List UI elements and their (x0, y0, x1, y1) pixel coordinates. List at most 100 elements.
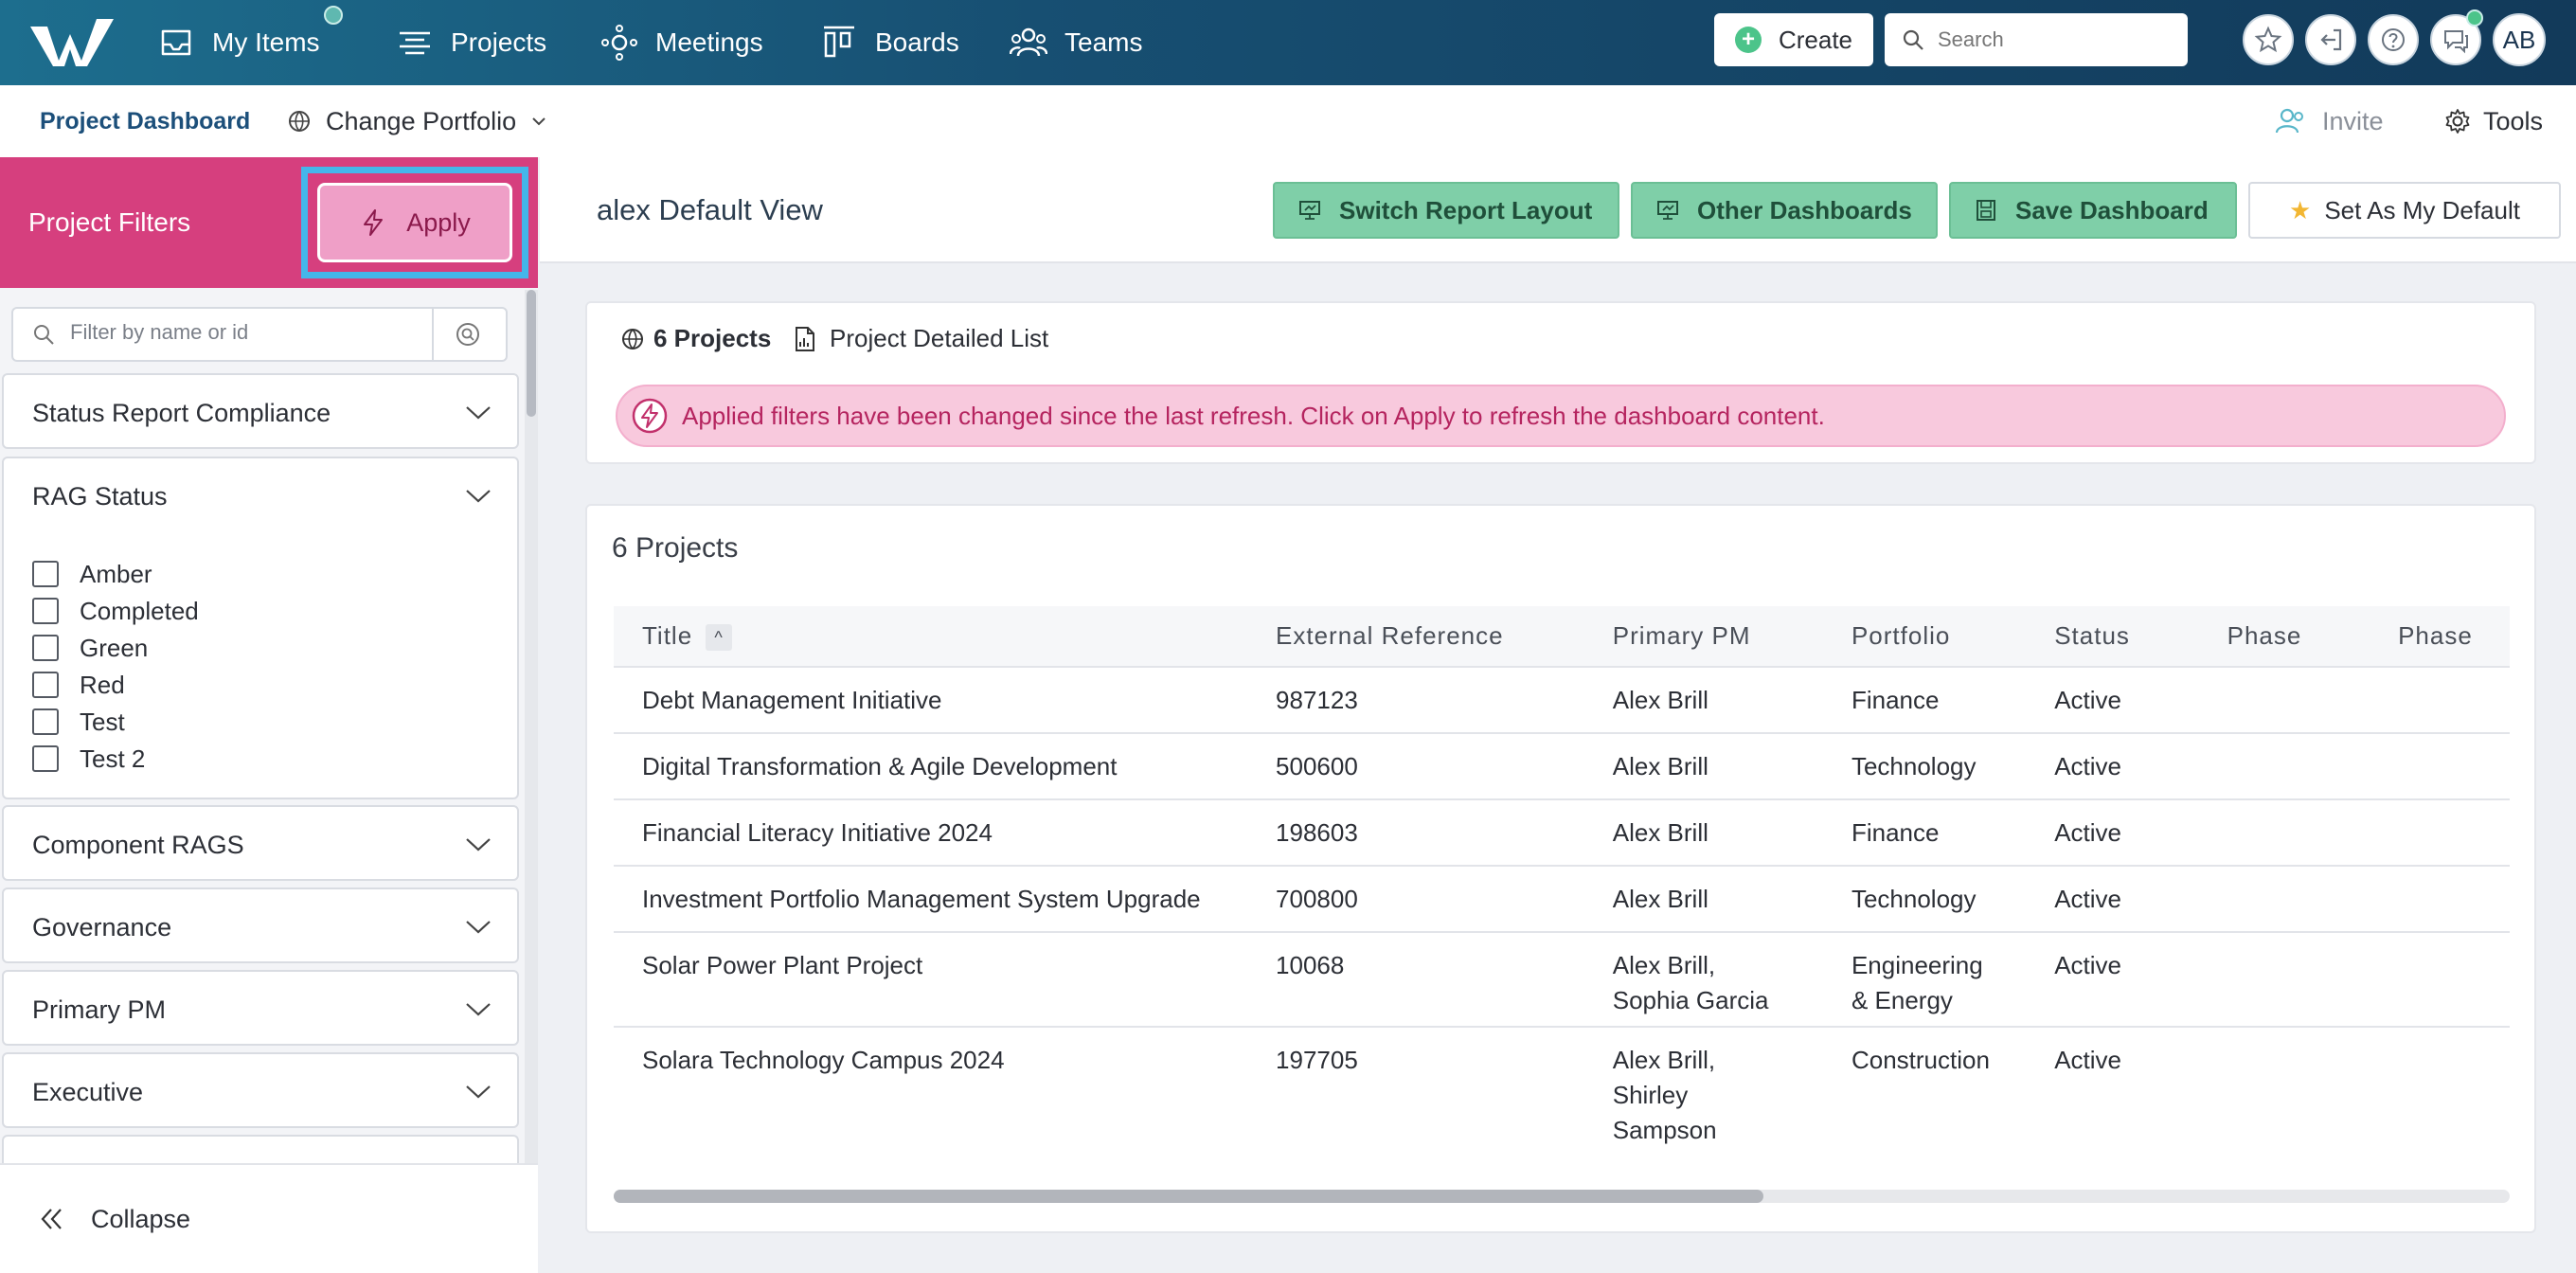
nav-boards[interactable]: Boards (820, 0, 959, 85)
global-search[interactable] (1885, 13, 2188, 66)
filter-status-report-compliance[interactable]: Status Report Compliance (2, 373, 519, 449)
rag-option-test-2[interactable]: Test 2 (32, 744, 145, 774)
filter-rag-status[interactable]: RAG Status Amber Completed Green Red Tes… (2, 457, 519, 799)
project-detailed-list-link[interactable]: Project Detailed List (794, 324, 1048, 353)
tools-button[interactable]: Tools (2443, 85, 2543, 157)
checkbox[interactable] (32, 708, 59, 735)
other-dashboards-label: Other Dashboards (1697, 195, 1912, 224)
chat-icon (2444, 30, 2468, 54)
invite-label: Invite (2322, 106, 2384, 135)
column-header-status[interactable]: Status (2054, 606, 2227, 668)
table-horizontal-scrollbar[interactable] (614, 1190, 2510, 1203)
lightning-circle-icon (632, 398, 668, 434)
rag-option-red[interactable]: Red (32, 670, 125, 700)
document-chart-icon (796, 326, 814, 351)
cell-primary-pm: Alex Brill (1612, 733, 1852, 800)
checkbox[interactable] (32, 672, 59, 698)
app-logo[interactable] (27, 13, 121, 70)
cell-phase-2 (2398, 866, 2510, 933)
collapse-button[interactable]: Collapse (0, 1163, 538, 1273)
nav-teams-label: Teams (1064, 27, 1143, 57)
cell-status-line: Active (2054, 686, 2122, 714)
detailed-list-label: Project Detailed List (830, 324, 1049, 352)
change-portfolio-dropdown[interactable]: Change Portfolio (286, 85, 564, 157)
rag-option-green[interactable]: Green (32, 633, 148, 663)
chevron-down-icon (466, 490, 491, 503)
table-row[interactable]: Financial Literacy Initiative 2024 198603… (614, 799, 2510, 867)
projects-count[interactable]: 6 Projects (619, 324, 771, 353)
table-header-row: Title ^ External Reference Primary PM Por… (614, 606, 2510, 668)
cell-portfolio-line: Finance (1851, 818, 1940, 847)
column-header-phase-2[interactable]: Phase (2398, 606, 2510, 668)
nav-projects-label: Projects (451, 27, 547, 57)
table-row[interactable]: Debt Management Initiative 987123 Alex Bri… (614, 667, 2510, 734)
cell-title: Financial Literacy Initiative 2024 (614, 799, 1277, 867)
nav-meetings[interactable]: Meetings (600, 0, 763, 85)
cell-title: Investment Portfolio Management System U… (614, 866, 1277, 933)
filter-component-rags[interactable]: Component RAGS (2, 805, 519, 881)
cell-title-line: Financial Literacy Initiative 2024 (642, 818, 993, 847)
table-row[interactable]: Digital Transformation & Agile Developme… (614, 733, 2510, 800)
checkbox[interactable] (32, 745, 59, 772)
help-button[interactable] (2368, 14, 2419, 65)
table-row[interactable]: Solar Power Plant Project 10068 Alex Brill… (614, 932, 2510, 1028)
filter-governance[interactable]: Governance (2, 888, 519, 963)
save-icon (1977, 200, 1995, 221)
cell-portfolio: Finance (1851, 667, 2055, 734)
cell-portfolio: Technology (1851, 733, 2055, 800)
filter-label: RAG Status (32, 481, 168, 511)
invite-button[interactable]: Invite (2275, 85, 2384, 157)
cell-primary-pm: Alex Brill, Shirley Sampson (1612, 1027, 1852, 1156)
advanced-search-icon[interactable] (455, 321, 481, 348)
search-input[interactable] (1938, 27, 2165, 52)
summary-card: 6 Projects Project Detailed List Applied… (585, 301, 2536, 464)
cell-title-line: Solar Power Plant Project (642, 951, 923, 979)
lightning-icon (364, 209, 384, 236)
set-default-button[interactable]: ★ Set As My Default (2248, 182, 2561, 239)
filter-executive[interactable]: Executive (2, 1052, 519, 1128)
sort-asc-icon[interactable]: ^ (706, 624, 733, 652)
nav-projects[interactable]: Projects (396, 0, 546, 85)
page-title[interactable]: Project Dashboard (40, 85, 250, 157)
column-header-portfolio[interactable]: Portfolio (1851, 606, 2055, 668)
teams-icon (1010, 27, 1047, 57)
column-header-phase[interactable]: Phase (2227, 606, 2399, 668)
rag-option-completed[interactable]: Completed (32, 596, 199, 626)
checkbox[interactable] (32, 598, 59, 624)
table-row[interactable]: Investment Portfolio Management System U… (614, 866, 2510, 933)
apply-button[interactable]: Apply (317, 183, 512, 262)
sidebar-scroll-thumb[interactable] (527, 290, 536, 417)
table-row[interactable]: Solara Technology Campus 2024 197705 Alex … (614, 1027, 2510, 1156)
table-scroll-thumb[interactable] (614, 1190, 1763, 1203)
cell-title-line: Digital Transformation & Agile Developme… (642, 752, 1118, 780)
checkbox[interactable] (32, 635, 59, 661)
cell-phase-2 (2398, 1027, 2510, 1156)
other-dashboards-button[interactable]: Other Dashboards (1631, 182, 1938, 239)
column-header-title[interactable]: Title ^ (614, 606, 1277, 668)
avatar[interactable]: AB (2493, 13, 2546, 66)
favorites-button[interactable] (2243, 14, 2294, 65)
checkbox[interactable] (32, 561, 59, 587)
filter-search-input[interactable] (70, 320, 430, 345)
top-navbar: My Items Projects Meetings Boards Teams … (0, 0, 2576, 85)
switch-account-button[interactable] (2305, 14, 2356, 65)
cell-title: Solara Technology Campus 2024 (614, 1027, 1277, 1156)
cell-phase (2227, 1027, 2399, 1156)
rag-option-test[interactable]: Test (32, 707, 125, 737)
column-header-primary-pm[interactable]: Primary PM (1612, 606, 1852, 668)
save-dashboard-button[interactable]: Save Dashboard (1949, 182, 2237, 239)
switch-report-layout-button[interactable]: Switch Report Layout (1273, 182, 1619, 239)
filter-primary-pm[interactable]: Primary PM (2, 970, 519, 1046)
column-header-external-reference[interactable]: External Reference (1276, 606, 1613, 668)
cell-portfolio-line: Engineering (1851, 951, 1983, 979)
nav-teams[interactable]: Teams (1010, 0, 1142, 85)
nav-my-items[interactable]: My Items (157, 0, 320, 85)
table-scroll-area[interactable]: Title ^ External Reference Primary PM Por… (614, 606, 2510, 1156)
rag-option-amber[interactable]: Amber (32, 559, 152, 589)
filter-label: Status Report Compliance (32, 398, 331, 427)
sidebar-scrollbar[interactable] (525, 290, 538, 1248)
cell-portfolio: Construction (1851, 1027, 2055, 1156)
create-button[interactable]: + Create (1714, 13, 1873, 66)
cell-external-reference-line: 700800 (1276, 885, 1358, 913)
add-user-icon (2275, 108, 2303, 134)
